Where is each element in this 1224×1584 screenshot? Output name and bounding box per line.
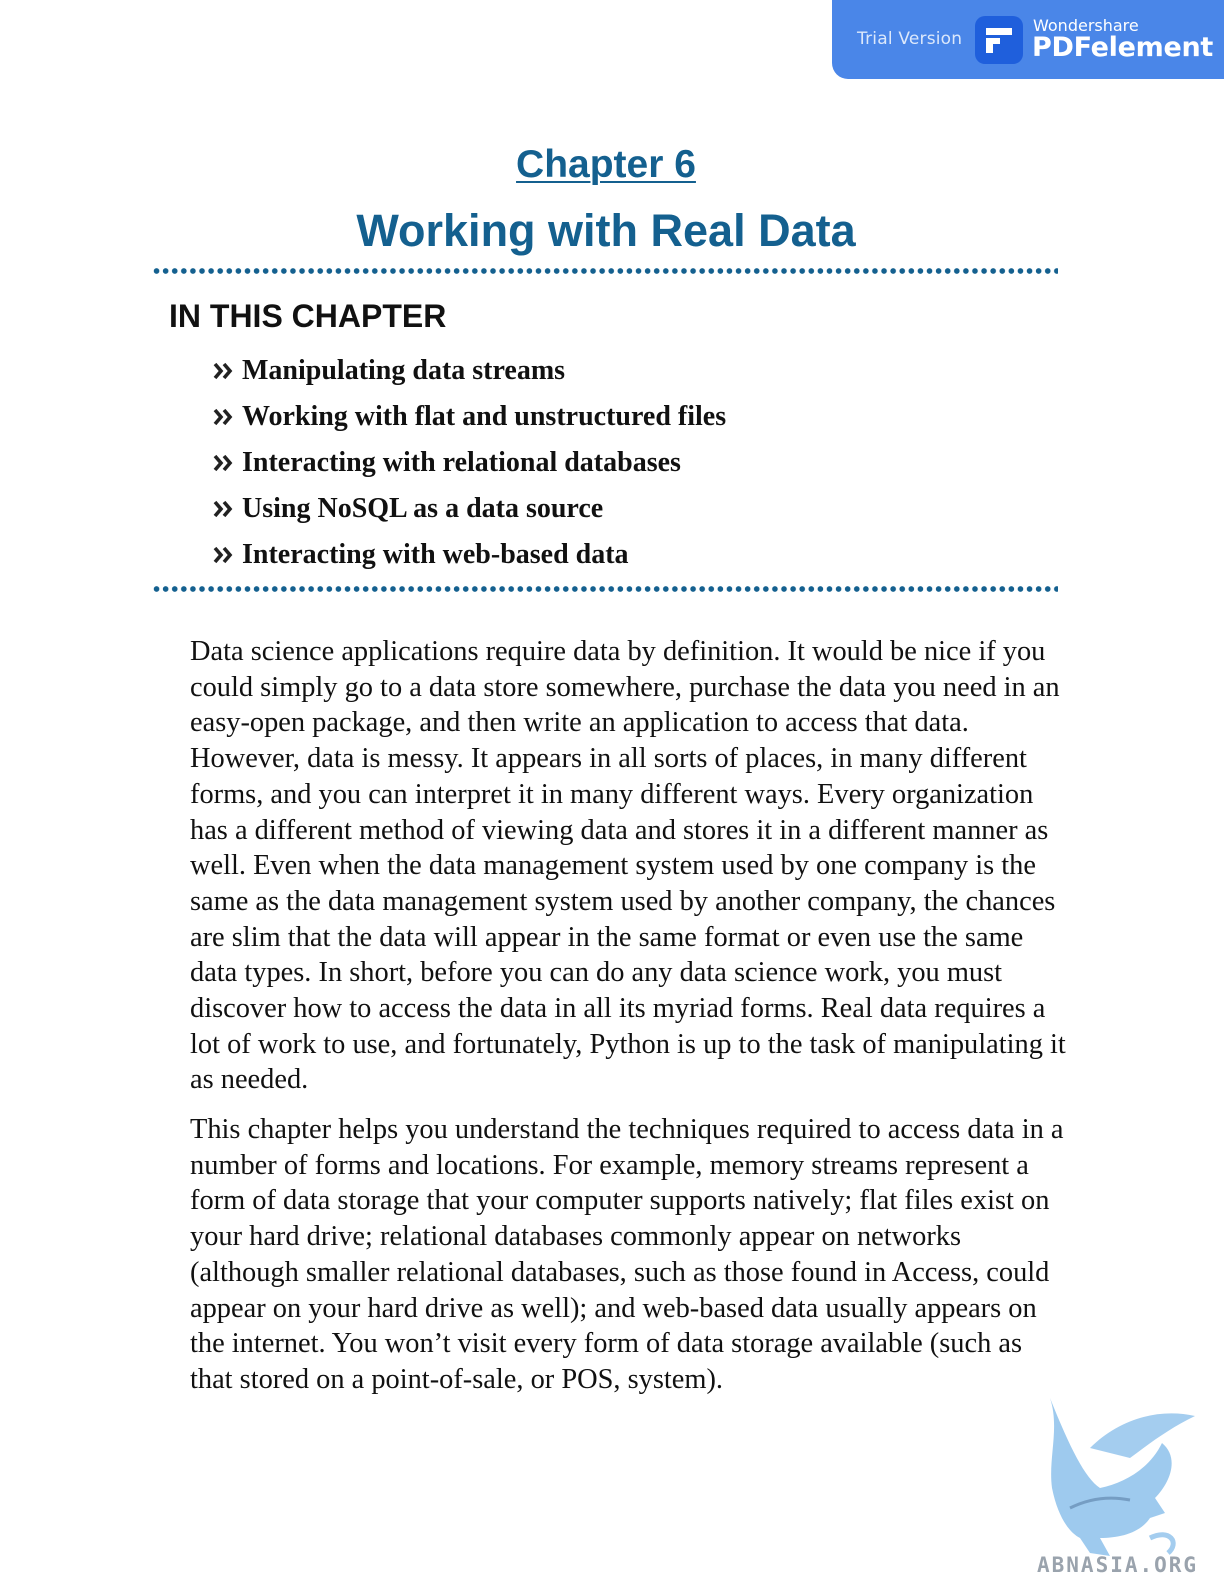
pdfelement-logo-icon (975, 16, 1023, 64)
griffin-watermark-icon (1050, 1398, 1195, 1556)
double-chevron-right-icon (213, 546, 233, 564)
list-item: Manipulating data streams (213, 348, 726, 394)
chapter-number: Chapter 6 (516, 143, 696, 186)
double-chevron-right-icon (213, 408, 233, 426)
in-this-chapter-heading: IN THIS CHAPTER (169, 298, 447, 334)
body-paragraph: Data science applications require data b… (190, 636, 1066, 1096)
brand-pdfelement: PDFelement (1032, 32, 1214, 63)
topic-text: Manipulating data streams (242, 355, 566, 386)
double-chevron-right-icon (213, 454, 233, 472)
watermark-text: ABNASIA.ORG (1037, 1553, 1199, 1577)
list-item: Working with flat and unstructured files (213, 394, 726, 440)
chapter-title: Working with Real Data (356, 205, 856, 256)
chapter-topic-list: Manipulating data streams Working with f… (213, 348, 726, 578)
double-chevron-right-icon (213, 362, 233, 380)
trial-version-banner[interactable]: Trial Version Wondershare PDFelement (832, 0, 1224, 79)
body-paragraph: This chapter helps you understand the te… (190, 1114, 1064, 1395)
list-item: Using NoSQL as a data source (213, 486, 726, 532)
dotted-divider-top (152, 268, 1058, 274)
list-item: Interacting with web-based data (213, 532, 726, 578)
list-item: Interacting with relational databases (213, 440, 726, 486)
topic-text: Using NoSQL as a data source (242, 493, 604, 524)
double-chevron-right-icon (213, 500, 233, 518)
trial-version-label: Trial Version (857, 29, 963, 49)
dotted-divider-bottom (152, 586, 1058, 592)
topic-text: Interacting with web-based data (242, 539, 629, 570)
topic-text: Interacting with relational databases (242, 447, 681, 478)
topic-text: Working with flat and unstructured files (242, 401, 727, 432)
